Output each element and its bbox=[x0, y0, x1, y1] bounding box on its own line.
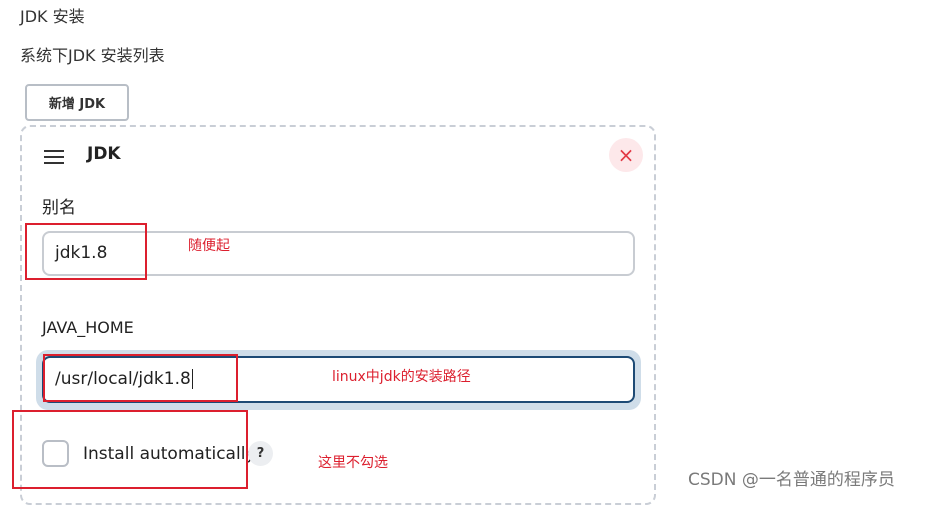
close-icon: × bbox=[617, 143, 635, 167]
add-jdk-button[interactable]: 新增 JDK bbox=[25, 84, 129, 121]
drag-handle-icon[interactable] bbox=[44, 150, 64, 164]
remove-jdk-button[interactable]: × bbox=[609, 138, 643, 172]
java-home-label: JAVA_HOME bbox=[42, 318, 134, 337]
section-description: 系统下JDK 安装列表 bbox=[20, 46, 165, 65]
annotation-box-alias bbox=[25, 223, 147, 280]
annotation-java-home-note: linux中jdk的安装路径 bbox=[332, 369, 471, 385]
annotation-alias-note: 随便起 bbox=[188, 238, 230, 254]
annotation-box-install bbox=[12, 410, 248, 489]
watermark: CSDN @一名普通的程序员 bbox=[688, 470, 895, 490]
alias-label: 别名 bbox=[42, 198, 76, 218]
annotation-install-note: 这里不勾选 bbox=[318, 455, 388, 471]
section-title: JDK 安装 bbox=[20, 7, 85, 26]
annotation-box-java-home bbox=[43, 354, 238, 402]
card-title: JDK bbox=[87, 144, 121, 164]
help-icon[interactable]: ? bbox=[248, 441, 273, 466]
